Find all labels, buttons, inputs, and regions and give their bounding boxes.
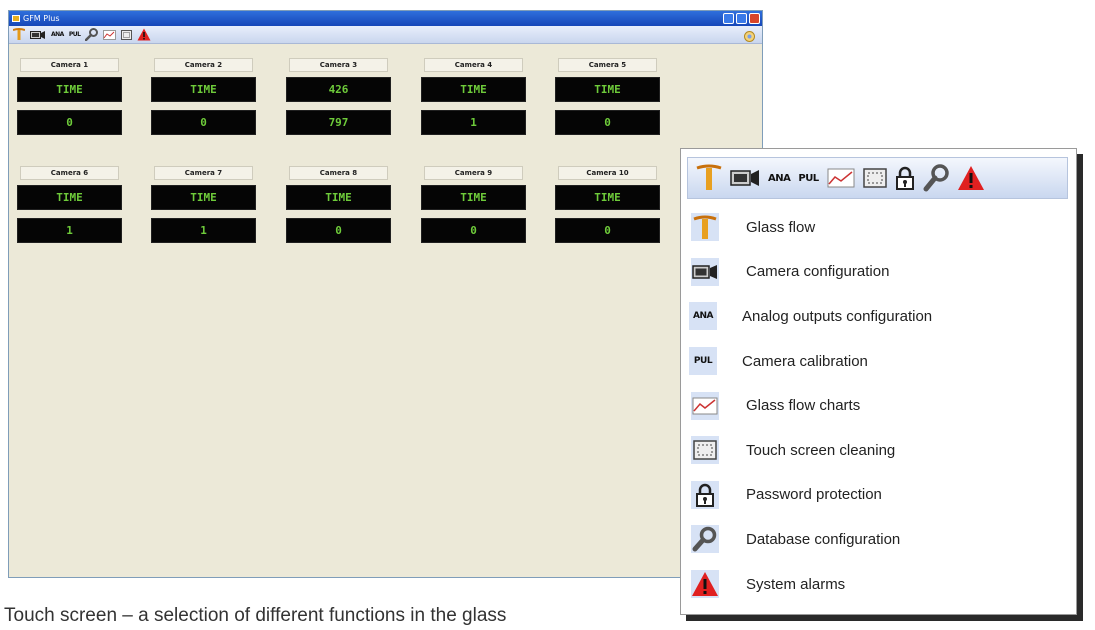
camera-bottom-value: 0 — [17, 110, 122, 135]
glass-flow-icon[interactable] — [13, 27, 25, 42]
camera-top-value: TIME — [421, 185, 526, 210]
glass-flow-charts-icon — [689, 390, 721, 422]
camera-panel: Camera 4 TIME 1 — [421, 58, 526, 143]
camera-label: Camera 10 — [558, 166, 657, 180]
camera-label: Camera 4 — [424, 58, 523, 72]
legend-label: System alarms — [746, 575, 846, 593]
database-config-icon — [689, 523, 721, 555]
camera-panel: Camera 5 TIME 0 — [555, 58, 660, 143]
legend-label: Camera configuration — [746, 263, 890, 281]
camera-label: Camera 2 — [154, 58, 253, 72]
camera-top-value: TIME — [151, 185, 256, 210]
system-alarms-icon — [689, 568, 721, 600]
camera-bottom-value: 1 — [17, 218, 122, 243]
touch-screen-cleaning-icon[interactable] — [862, 168, 887, 188]
legend-label: Camera calibration — [742, 352, 868, 370]
camera-panel: Camera 3 426 797 — [286, 58, 391, 143]
close-button[interactable] — [749, 13, 760, 24]
legend-label: Database configuration — [746, 530, 901, 548]
camera-bottom-value: 0 — [555, 110, 660, 135]
analog-outputs-icon[interactable]: ANA — [51, 27, 64, 42]
display-settings-icon[interactable] — [743, 28, 756, 47]
glass-flow-icon — [689, 211, 721, 243]
camera-label: Camera 1 — [20, 58, 119, 72]
camera-label: Camera 9 — [424, 166, 523, 180]
legend-item-touch-screen-cleaning: Touch screen cleaning — [689, 428, 1076, 473]
camera-top-value: TIME — [17, 77, 122, 102]
camera-top-value: TIME — [286, 185, 391, 210]
legend-item-database-configuration: Database configuration — [689, 517, 1076, 562]
analog-outputs-icon[interactable]: ANA — [768, 173, 791, 184]
camera-label: Camera 5 — [558, 58, 657, 72]
camera-bottom-value: 0 — [421, 218, 526, 243]
camera-calibration-icon: PUL — [689, 347, 717, 376]
camera-bottom-value: 0 — [286, 218, 391, 243]
legend-label: Glass flow charts — [746, 397, 861, 415]
legend-item-glass-flow: Glass flow — [689, 205, 1076, 250]
touch-screen-cleaning-icon — [689, 434, 721, 466]
legend-item-system-alarms: System alarms — [689, 562, 1076, 607]
camera-top-value: 426 — [286, 77, 391, 102]
camera-panel: Camera 2 TIME 0 — [151, 58, 256, 143]
camera-panel: Camera 9 TIME 0 — [421, 166, 526, 251]
camera-top-value: TIME — [555, 185, 660, 210]
legend-label: Analog outputs configuration — [742, 307, 933, 325]
camera-bottom-value: 1 — [421, 110, 526, 135]
glass-flow-charts-icon[interactable] — [103, 27, 117, 42]
analog-outputs-icon: ANA — [689, 302, 717, 331]
camera-top-value: TIME — [17, 185, 122, 210]
app-window: GFM Plus ANA PUL Camera 1 TIME 0 Camera … — [8, 10, 763, 578]
legend-item-camera-calibration: PUL Camera calibration — [689, 339, 1076, 384]
camera-panel: Camera 10 TIME 0 — [555, 166, 660, 251]
touch-screen-cleaning-icon[interactable] — [121, 27, 133, 42]
system-alarms-icon[interactable] — [957, 165, 985, 191]
window-controls — [723, 13, 760, 24]
camera-panel: Camera 7 TIME 1 — [151, 166, 256, 251]
camera-bottom-value: 0 — [151, 110, 256, 135]
app-icon — [12, 15, 20, 22]
glass-flow-icon[interactable] — [696, 164, 722, 192]
password-lock-icon[interactable] — [895, 166, 915, 190]
legend-item-analog-outputs: ANA Analog outputs configuration — [689, 294, 1076, 339]
legend-toolbar: ANA PUL — [687, 157, 1068, 199]
camera-calibration-icon[interactable]: PUL — [798, 173, 819, 184]
title-bar: GFM Plus — [9, 11, 762, 26]
camera-label: Camera 8 — [289, 166, 388, 180]
camera-top-value: TIME — [151, 77, 256, 102]
camera-panel: Camera 1 TIME 0 — [17, 58, 122, 143]
camera-config-icon — [689, 256, 721, 288]
legend-item-glass-flow-charts: Glass flow charts — [689, 383, 1076, 428]
window-title: GFM Plus — [23, 14, 60, 23]
camera-calibration-icon[interactable]: PUL — [69, 27, 81, 42]
database-config-icon[interactable] — [85, 27, 99, 42]
camera-config-icon[interactable] — [30, 27, 46, 42]
camera-label: Camera 6 — [20, 166, 119, 180]
caption-text: Touch screen – a selection of different … — [4, 605, 507, 626]
camera-panel: Camera 6 TIME 1 — [17, 166, 122, 251]
password-lock-icon — [689, 479, 721, 511]
legend-label: Touch screen cleaning — [746, 441, 896, 459]
camera-top-value: TIME — [421, 77, 526, 102]
legend-list: Glass flow Camera configuration ANA Anal… — [689, 205, 1076, 606]
system-alarms-icon[interactable] — [137, 27, 151, 42]
camera-bottom-value: 1 — [151, 218, 256, 243]
camera-bottom-value: 797 — [286, 110, 391, 135]
glass-flow-charts-icon[interactable] — [827, 168, 855, 188]
camera-label: Camera 7 — [154, 166, 253, 180]
icon-legend-panel: ANA PUL Glass flow Camera configuration … — [680, 148, 1077, 615]
legend-label: Password protection — [746, 486, 882, 504]
camera-config-icon[interactable] — [730, 168, 760, 188]
camera-bottom-value: 0 — [555, 218, 660, 243]
camera-top-value: TIME — [555, 77, 660, 102]
database-config-icon[interactable] — [923, 164, 949, 192]
camera-label: Camera 3 — [289, 58, 388, 72]
minimize-button[interactable] — [723, 13, 734, 24]
legend-item-password-protection: Password protection — [689, 473, 1076, 518]
camera-panel: Camera 8 TIME 0 — [286, 166, 391, 251]
maximize-button[interactable] — [736, 13, 747, 24]
legend-item-camera-configuration: Camera configuration — [689, 250, 1076, 295]
legend-label: Glass flow — [746, 218, 816, 236]
toolbar: ANA PUL — [9, 26, 762, 44]
